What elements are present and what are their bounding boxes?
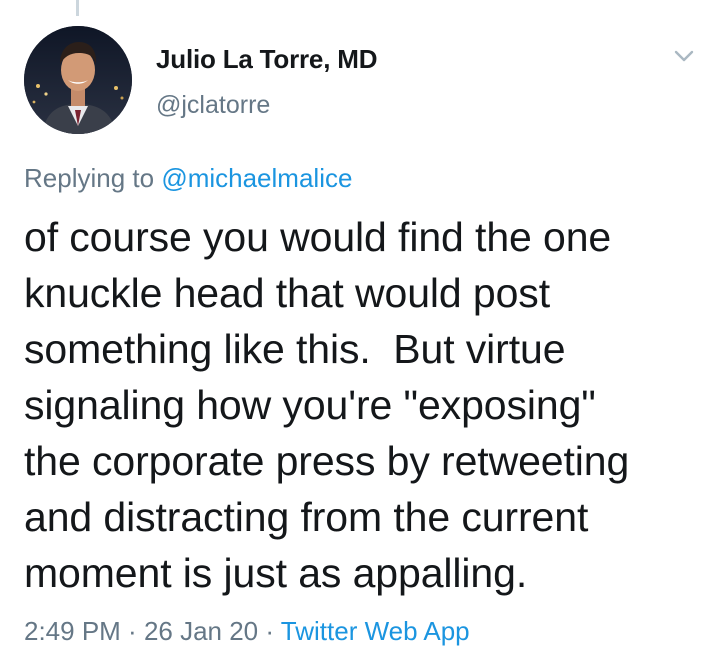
- chevron-down-icon[interactable]: [670, 46, 698, 66]
- tweet-source-link[interactable]: Twitter Web App: [281, 616, 470, 646]
- tweet-text: of course you would find the one knuckle…: [24, 214, 630, 596]
- replying-to-line: Replying to @michaelmalice: [24, 163, 352, 194]
- thread-connector-line: [76, 0, 79, 16]
- tweet-date[interactable]: 26 Jan 20: [144, 616, 258, 646]
- author-display-name[interactable]: Julio La Torre, MD: [156, 44, 377, 75]
- tweet-card: Julio La Torre, MD @jclatorre Replying t…: [0, 0, 705, 670]
- tweet-time[interactable]: 2:49 PM: [24, 616, 121, 646]
- tweet-meta: 2:49 PM · 26 Jan 20 · Twitter Web App: [24, 616, 470, 647]
- meta-separator: ·: [258, 616, 281, 646]
- reply-mention-link[interactable]: @michaelmalice: [161, 163, 352, 193]
- avatar[interactable]: [24, 26, 132, 134]
- meta-separator: ·: [120, 616, 144, 646]
- author-handle[interactable]: @jclatorre: [156, 91, 270, 120]
- replying-to-label: Replying to: [24, 163, 162, 193]
- profile-photo-icon: [24, 26, 132, 134]
